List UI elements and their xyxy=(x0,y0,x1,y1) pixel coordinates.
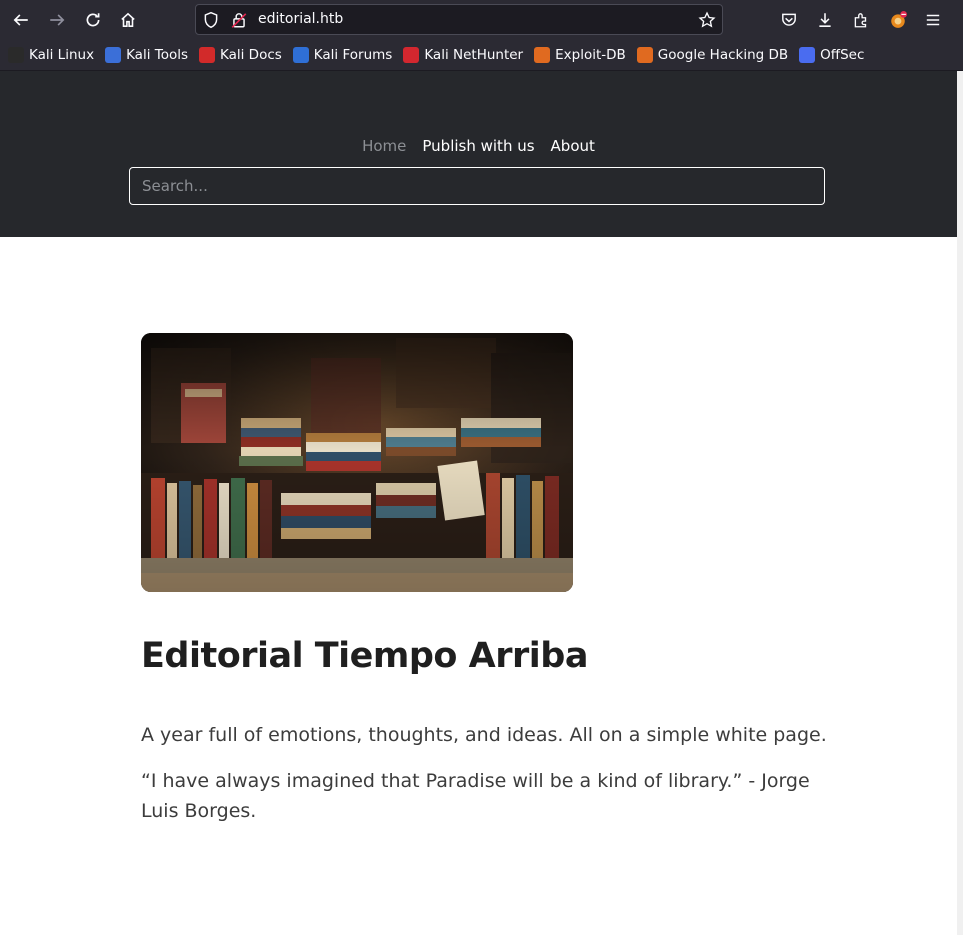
nav-link-about[interactable]: About xyxy=(551,137,595,155)
bookmark-label: Kali Linux xyxy=(29,47,95,63)
bookmark-item[interactable]: Kali Docs xyxy=(199,43,282,67)
bookmark-item[interactable]: Google Hacking DB xyxy=(636,43,789,67)
bookmark-item[interactable]: Exploit-DB xyxy=(534,43,626,67)
foxyproxy-icon[interactable] xyxy=(886,8,910,32)
site-nav: Home Publish with us About xyxy=(0,137,957,155)
bookmark-item[interactable]: Kali Linux xyxy=(8,43,94,67)
kali-tools-icon xyxy=(105,47,122,63)
tracking-shield-icon[interactable] xyxy=(202,11,220,29)
bookmark-label: Kali Forums xyxy=(313,47,393,63)
kali-nethunter-icon xyxy=(403,47,420,63)
library-books-image xyxy=(141,333,573,592)
downloads-icon[interactable] xyxy=(813,8,837,32)
scrollbar-track[interactable] xyxy=(957,71,963,935)
bookmark-star-icon[interactable] xyxy=(698,11,716,29)
bookmark-label: Google Hacking DB xyxy=(657,47,789,63)
offsec-icon xyxy=(799,47,816,63)
bookmark-label: Kali NetHunter xyxy=(424,47,524,63)
nav-link-publish-with-us[interactable]: Publish with us xyxy=(422,137,534,155)
bookmark-item[interactable]: Kali NetHunter xyxy=(403,43,523,67)
hamburger-menu-icon[interactable] xyxy=(921,8,945,32)
kali-forums-icon xyxy=(292,47,309,63)
kali-dragon-icon xyxy=(8,47,24,63)
home-icon[interactable] xyxy=(116,8,140,32)
nav-link-home[interactable]: Home xyxy=(362,137,406,155)
site-header: Home Publish with us About xyxy=(0,71,957,237)
bookmark-item[interactable]: Kali Tools xyxy=(105,43,188,67)
forward-arrow-icon[interactable] xyxy=(45,8,69,32)
insecure-lock-icon[interactable] xyxy=(230,11,248,29)
quote-paragraph: “I have always imagined that Paradise wi… xyxy=(141,770,810,822)
kali-docs-icon xyxy=(199,47,215,63)
search-input[interactable] xyxy=(129,167,825,205)
url-bar[interactable]: editorial.htb xyxy=(195,4,723,35)
pocket-icon[interactable] xyxy=(777,8,801,32)
page-title: Editorial Tiempo Arriba xyxy=(141,636,588,676)
bookmark-label: Kali Docs xyxy=(220,47,282,63)
extensions-icon[interactable] xyxy=(849,8,873,32)
browser-toolbar: editorial.htb xyxy=(0,0,963,40)
bookmark-label: OffSec xyxy=(820,47,865,63)
ghdb-icon xyxy=(636,47,653,63)
bookmark-label: Kali Tools xyxy=(126,47,188,63)
reload-icon[interactable] xyxy=(81,8,105,32)
back-arrow-icon[interactable] xyxy=(9,8,33,32)
bookmark-item[interactable]: OffSec xyxy=(799,43,864,67)
bookmark-label: Exploit-DB xyxy=(555,47,626,63)
bookmarks-bar: Kali Linux Kali Tools Kali Docs Kali Forums… xyxy=(0,40,963,71)
intro-paragraph: A year full of emotions, thoughts, and i… xyxy=(141,724,827,746)
bookmark-item[interactable]: Kali Forums xyxy=(292,43,393,67)
url-text[interactable]: editorial.htb xyxy=(258,11,343,27)
exploit-db-icon xyxy=(534,47,551,63)
